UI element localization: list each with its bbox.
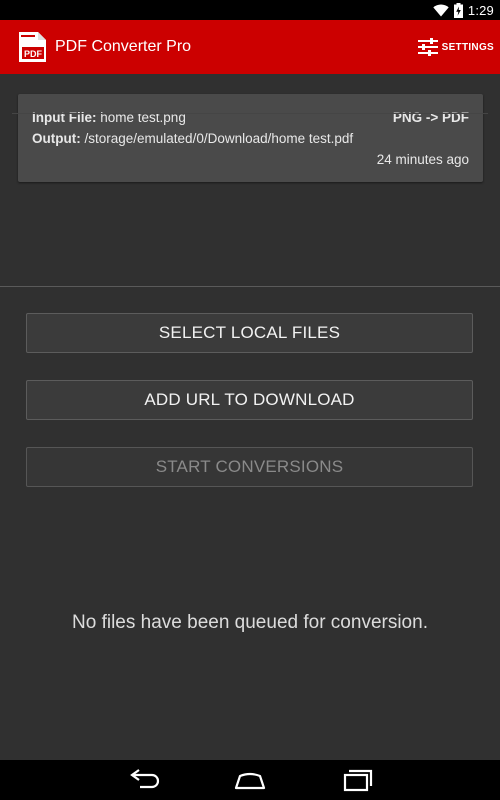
home-button[interactable] [230, 768, 270, 792]
output-file-value: /storage/emulated/0/Download/home test.p… [84, 131, 354, 146]
add-url-button[interactable]: ADD URL TO DOWNLOAD [26, 380, 473, 420]
start-conversions-button[interactable]: START CONVERSIONS [26, 447, 473, 487]
output-file-label: Output: [32, 131, 81, 146]
status-bar: 1:29 [0, 0, 500, 20]
queue-timestamp: 24 minutes ago [376, 152, 469, 167]
settings-label: SETTINGS [441, 41, 494, 53]
settings-button[interactable]: SETTINGS [417, 33, 494, 61]
wifi-icon [433, 3, 449, 17]
battery-charging-icon [453, 2, 463, 18]
sliders-icon [417, 38, 438, 56]
recents-icon [343, 769, 373, 792]
recents-button[interactable] [337, 768, 377, 792]
empty-queue-message: No files have been queued for conversion… [72, 612, 428, 633]
status-time: 1:29 [467, 2, 494, 18]
select-local-files-button[interactable]: SELECT LOCAL FILES [26, 313, 473, 353]
pdf-logo-icon: PDF [19, 32, 46, 62]
back-icon [130, 769, 160, 789]
card-divider [12, 113, 488, 114]
queue-card[interactable]: Input File: home test.png Output: /stora… [18, 94, 483, 182]
pdf-logo-text: PDF [24, 49, 43, 59]
home-icon [234, 772, 266, 790]
queue-list: Input File: home test.png Output: /stora… [0, 74, 500, 286]
output-file-line: Output: /storage/emulated/0/Download/hom… [32, 131, 353, 146]
section-divider [0, 286, 500, 287]
app-title: PDF Converter Pro [55, 38, 192, 55]
app-bar: PDF PDF Converter Pro SETTINGS [0, 20, 500, 74]
back-button[interactable] [124, 768, 164, 792]
navigation-bar [0, 760, 500, 800]
